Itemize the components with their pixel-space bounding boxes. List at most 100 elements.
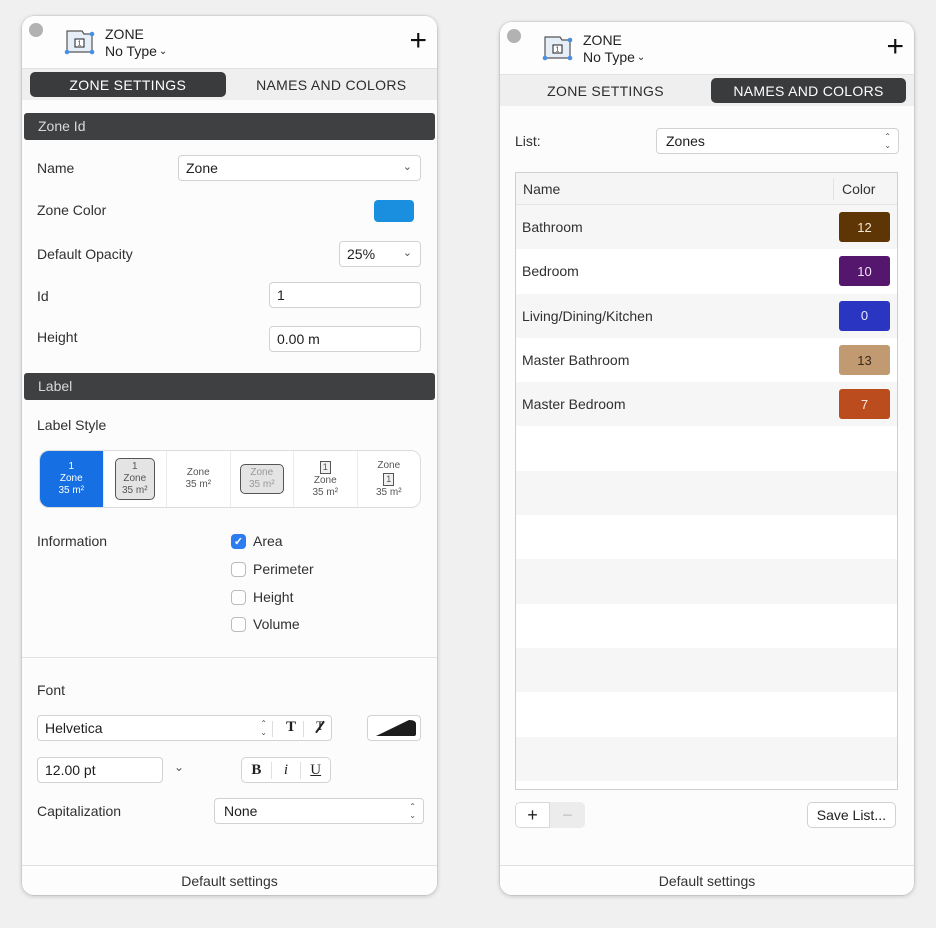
italic-button[interactable]: i	[272, 761, 302, 779]
label-style-option-1[interactable]: 1 Zone 35 m²	[40, 451, 104, 507]
bold-button[interactable]: B	[242, 761, 272, 779]
checkbox-label: Height	[253, 589, 294, 605]
name-dropdown[interactable]: Zone ⌄	[178, 155, 421, 181]
label-style-label: Label Style	[37, 417, 107, 433]
empty-row	[516, 559, 897, 604]
svg-text:1: 1	[556, 47, 560, 54]
style-line: 1	[131, 461, 138, 472]
height-input[interactable]: 0.00 m	[269, 326, 421, 352]
table-row[interactable]: Master Bathroom 13	[516, 338, 897, 382]
chevron-down-icon: ⌄	[636, 52, 646, 63]
height-value: 0.00 m	[277, 331, 320, 347]
information-area-checkbox[interactable]: ✓ Area	[231, 533, 283, 549]
empty-row	[516, 736, 897, 781]
column-header-name[interactable]: Name	[516, 181, 833, 197]
style-line: 1	[68, 461, 75, 472]
tab-bar: ZONE SETTINGS NAMES AND COLORS	[22, 68, 437, 100]
section-header-zone-id: Zone Id	[24, 113, 435, 140]
checkmark-icon: ✓	[231, 533, 246, 549]
color-chip[interactable]: 10	[839, 256, 890, 287]
text-style-icon[interactable]: T	[286, 719, 296, 736]
object-type-title: ZONE	[583, 32, 622, 48]
empty-row	[516, 470, 897, 516]
color-chip[interactable]: 13	[839, 345, 890, 376]
font-family-dropdown[interactable]: Helvetica ⌃⌄ T T	[37, 715, 332, 741]
information-volume-checkbox[interactable]: Volume	[231, 616, 300, 632]
add-button[interactable]: +	[886, 32, 904, 62]
list-dropdown[interactable]: Zones ⌃ ⌄	[656, 128, 899, 154]
row-name: Bathroom	[522, 219, 583, 236]
tab-zone-settings[interactable]: ZONE SETTINGS	[30, 72, 226, 97]
tab-names-and-colors[interactable]: NAMES AND COLORS	[711, 78, 906, 103]
table-row[interactable]: Living/Dining/Kitchen 0	[516, 293, 897, 338]
label-style-option-4[interactable]: Zone 35 m²	[231, 451, 294, 507]
titlebar: 1 ZONE No Type ⌄ +	[22, 16, 437, 68]
id-input[interactable]: 1	[269, 282, 421, 308]
label-style-option-3[interactable]: Zone 35 m²	[167, 451, 231, 507]
zone-color-swatch[interactable]	[374, 200, 414, 222]
tab-names-and-colors[interactable]: NAMES AND COLORS	[234, 72, 430, 97]
underline-button[interactable]: U	[301, 762, 330, 779]
opacity-value: 25%	[347, 246, 376, 262]
add-row-button[interactable]: +	[515, 802, 550, 828]
zone-names-table: Name Color Bathroom 12 Bedroom 10 Living…	[515, 172, 898, 790]
information-perimeter-checkbox[interactable]: Perimeter	[231, 561, 314, 577]
save-list-button[interactable]: Save List...	[806, 802, 896, 828]
table-row[interactable]: Master Bedroom 7	[516, 382, 897, 427]
row-name: Bedroom	[522, 263, 579, 280]
object-type-title: ZONE	[105, 26, 144, 42]
chevron-down-icon: ⌄	[402, 247, 412, 259]
updown-chevron-icon: ⌃ ⌄	[409, 802, 416, 820]
text-color-swatch[interactable]	[367, 715, 421, 741]
style-line: Zone	[250, 467, 274, 478]
style-line: 35 m²	[58, 485, 85, 496]
chevron-down-icon: ⌄	[402, 161, 412, 173]
label-style-picker: 1 Zone 35 m² 1 Zone 35 m² Zone 35 m² Zon…	[39, 450, 421, 508]
style-line: 35 m²	[185, 479, 212, 490]
empty-row	[516, 781, 897, 789]
zone-color-label: Zone Color	[37, 202, 107, 218]
section-header-label: Label	[24, 373, 435, 400]
checkbox-box	[231, 616, 246, 632]
style-line: Zone	[186, 467, 210, 478]
color-chip[interactable]: 7	[839, 389, 890, 420]
close-button[interactable]	[29, 23, 43, 37]
information-label: Information	[37, 533, 108, 549]
color-chip[interactable]: 0	[839, 300, 890, 331]
style-line: Zone	[377, 459, 401, 471]
capitalization-dropdown[interactable]: None ⌃ ⌄	[214, 798, 424, 824]
default-settings-footer[interactable]: Default settings	[500, 865, 914, 895]
style-line: Zone	[313, 474, 337, 486]
zone-tool-icon: 1	[64, 30, 95, 55]
list-value: Zones	[666, 133, 705, 149]
opacity-dropdown[interactable]: 25% ⌄	[339, 241, 421, 267]
font-size-chevron-icon[interactable]: ⌄	[174, 760, 184, 774]
text-style-buttons: B i U	[241, 757, 331, 783]
default-settings-footer[interactable]: Default settings	[22, 865, 437, 895]
add-button[interactable]: +	[409, 26, 427, 56]
label-style-option-6[interactable]: Zone 1 35 m²	[358, 451, 421, 507]
name-value: Zone	[186, 160, 218, 176]
type-selector[interactable]: No Type ⌄	[105, 43, 167, 60]
style-line: 35 m²	[248, 479, 275, 490]
updown-chevron-icon: ⌃ ⌄	[884, 132, 891, 150]
text-color-brush-icon[interactable]: T	[315, 718, 325, 734]
type-selector[interactable]: No Type ⌄	[583, 49, 645, 66]
color-chip[interactable]: 12	[839, 212, 890, 243]
names-and-colors-panel: 1 ZONE No Type ⌄ + ZONE SETTINGS NAMES AN…	[500, 22, 914, 895]
information-height-checkbox[interactable]: Height	[231, 589, 293, 605]
remove-row-button[interactable]: −	[550, 802, 585, 828]
empty-row	[516, 515, 897, 559]
table-row[interactable]: Bedroom 10	[516, 249, 897, 293]
svg-text:1: 1	[78, 41, 82, 48]
column-header-color[interactable]: Color	[833, 177, 897, 200]
tab-bar: ZONE SETTINGS NAMES AND COLORS	[500, 74, 914, 106]
style-line: 35 m²	[121, 485, 148, 496]
table-row[interactable]: Bathroom 12	[516, 205, 897, 250]
empty-row	[516, 426, 897, 470]
close-button[interactable]	[507, 29, 521, 43]
font-size-input[interactable]: 12.00 pt	[37, 757, 163, 783]
label-style-option-2[interactable]: 1 Zone 35 m²	[104, 451, 167, 507]
tab-zone-settings[interactable]: ZONE SETTINGS	[508, 78, 703, 103]
label-style-option-5[interactable]: 1 Zone 35 m²	[294, 451, 358, 507]
